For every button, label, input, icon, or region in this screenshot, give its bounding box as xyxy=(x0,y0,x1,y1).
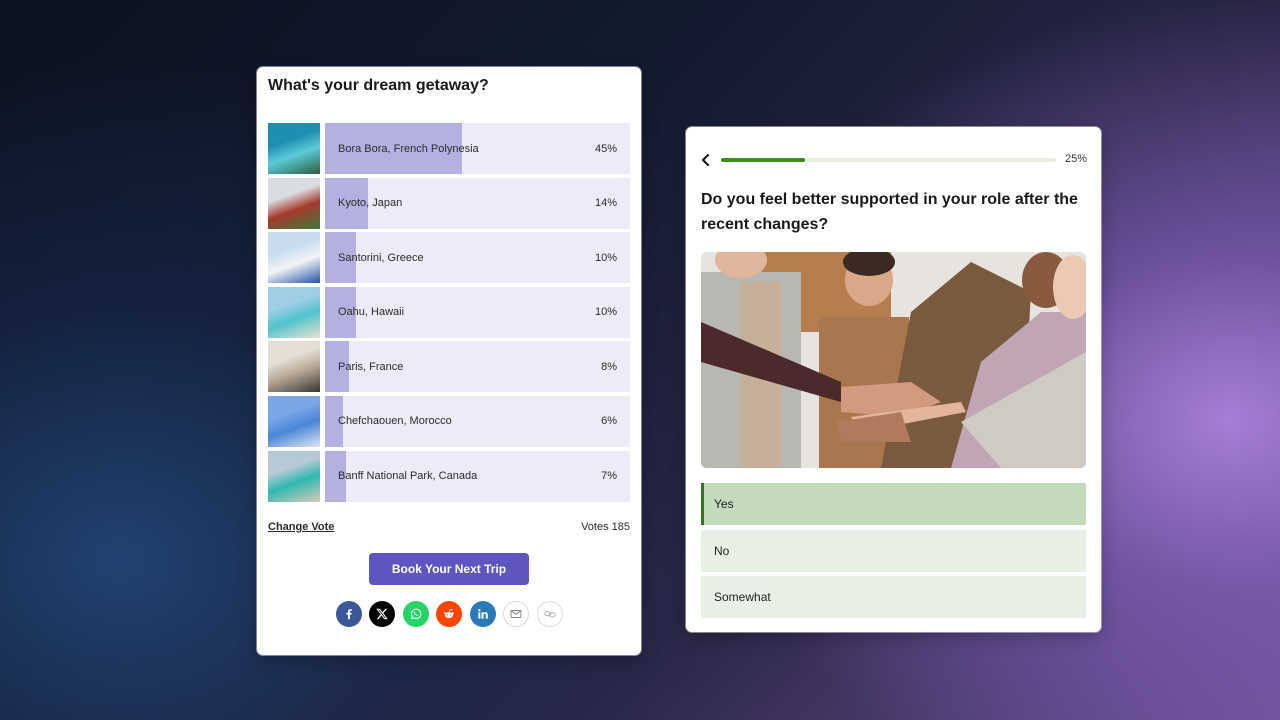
poll-option[interactable]: Oahu, Hawaii 10% xyxy=(268,286,630,338)
result-bar: Oahu, Hawaii 10% xyxy=(325,286,630,338)
option-percent: 8% xyxy=(601,360,617,373)
poll-option[interactable]: Banff National Park, Canada 7% xyxy=(268,450,630,502)
answer-option-yes[interactable]: Yes xyxy=(701,483,1086,525)
share-email-button[interactable] xyxy=(503,601,529,627)
share-facebook-button[interactable] xyxy=(335,601,362,627)
share-reddit-button[interactable] xyxy=(436,601,462,627)
option-label: Oahu, Hawaii xyxy=(338,306,405,319)
pagoda-thumbnail xyxy=(268,177,320,229)
answer-label: No xyxy=(714,543,730,558)
option-label: Paris, France xyxy=(338,360,404,373)
poll-option[interactable]: Paris, France 8% xyxy=(268,341,630,393)
poll-options: Bora Bora, French Polynesia 45% Kyoto, J… xyxy=(268,123,630,505)
answer-label: Yes xyxy=(714,497,734,511)
lake-mountain-thumbnail xyxy=(268,450,320,502)
share-x-button[interactable] xyxy=(369,601,395,627)
progress-percent: 25% xyxy=(1064,153,1087,165)
back-button[interactable] xyxy=(699,152,713,168)
poll-option[interactable]: Santorini, Greece 10% xyxy=(268,232,630,284)
result-bar: Paris, France 8% xyxy=(325,341,630,393)
change-vote-link[interactable]: Change Vote xyxy=(268,521,334,533)
progress-bar xyxy=(721,158,1056,162)
survey-question: Do you feel better supported in your rol… xyxy=(701,191,1078,233)
chevron-left-icon xyxy=(702,154,709,166)
option-label: Kyoto, Japan xyxy=(338,197,403,210)
option-label: Santorini, Greece xyxy=(338,251,424,264)
result-bar: Bora Bora, French Polynesia 45% xyxy=(325,123,630,174)
poll-footer: Change Vote Votes 185 xyxy=(268,521,630,533)
result-bar: Chefchaouen, Morocco 6% xyxy=(325,395,630,447)
result-bar: Kyoto, Japan 14% xyxy=(325,177,630,229)
result-bar: Banff National Park, Canada 7% xyxy=(325,450,630,502)
eiffel-tower-thumbnail xyxy=(268,341,320,393)
poll-title: What's your dream getaway? xyxy=(268,77,489,94)
poll-option[interactable]: Bora Bora, French Polynesia 45% xyxy=(268,123,630,174)
poll-option[interactable]: Kyoto, Japan 14% xyxy=(268,177,630,229)
option-label: Chefchaouen, Morocco xyxy=(338,415,452,428)
option-percent: 7% xyxy=(601,470,617,483)
share-linkedin-button[interactable] xyxy=(469,601,496,627)
island-resort-thumbnail xyxy=(268,123,320,174)
x-logo-icon xyxy=(376,608,388,620)
facebook-icon xyxy=(345,609,352,620)
answer-label: Somewhat xyxy=(714,590,771,604)
copy-link-button[interactable] xyxy=(536,601,563,627)
option-percent: 14% xyxy=(594,197,617,210)
linkedin-icon xyxy=(477,609,488,619)
option-label: Banff National Park, Canada xyxy=(338,470,478,483)
option-label: Bora Bora, French Polynesia xyxy=(338,142,479,155)
option-percent: 10% xyxy=(594,251,617,264)
survey-card: 25% Do you feel better supported in your… xyxy=(686,127,1101,632)
beach-thumbnail xyxy=(268,286,320,338)
link-icon xyxy=(543,611,556,618)
answer-options: Yes No Somewhat xyxy=(701,483,1086,623)
share-buttons xyxy=(257,601,641,627)
poll-option[interactable]: Chefchaouen, Morocco 6% xyxy=(268,395,630,447)
option-percent: 45% xyxy=(594,142,617,155)
answer-option-no[interactable]: No xyxy=(701,529,1086,572)
reddit-icon xyxy=(444,608,454,619)
vote-count: Votes 185 xyxy=(581,521,630,533)
option-percent: 6% xyxy=(601,415,617,428)
result-bar: Santorini, Greece 10% xyxy=(325,232,630,284)
envelope-icon xyxy=(510,610,522,618)
poll-card: What's your dream getaway? Bora Bora, Fr… xyxy=(257,67,641,655)
share-whatsapp-button[interactable] xyxy=(402,601,429,627)
answer-option-somewhat[interactable]: Somewhat xyxy=(701,576,1086,618)
progress-bar-fill xyxy=(721,158,805,162)
book-next-trip-button[interactable]: Book Your Next Trip xyxy=(369,553,529,585)
whatsapp-icon xyxy=(410,608,421,620)
blue-dome-thumbnail xyxy=(268,232,320,284)
team-hands-stacked-photo xyxy=(701,252,1086,468)
option-percent: 10% xyxy=(594,306,617,319)
blue-street-thumbnail xyxy=(268,395,320,447)
